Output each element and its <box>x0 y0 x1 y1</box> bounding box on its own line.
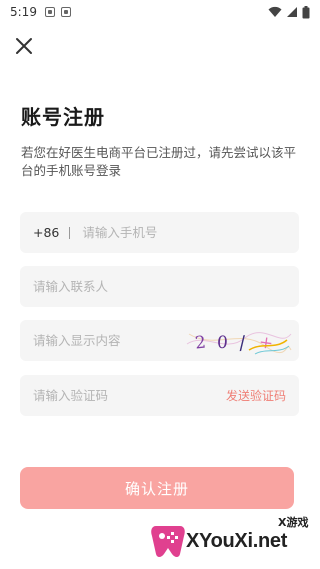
field-divider <box>69 226 71 239</box>
svg-text:/: / <box>238 331 247 353</box>
captcha-image[interactable]: 2 0 / + <box>185 323 293 359</box>
page-title: 账号注册 <box>21 105 105 129</box>
svg-text:2: 2 <box>194 332 207 353</box>
notification-badge-icon <box>60 7 71 17</box>
status-icons <box>268 5 310 19</box>
svg-text:0: 0 <box>216 332 228 353</box>
gamepad-logo-icon <box>151 526 185 557</box>
close-button[interactable] <box>12 34 36 58</box>
status-time: 5:19 <box>10 5 37 19</box>
battery-icon <box>302 5 310 19</box>
contact-field <box>20 266 299 307</box>
captcha-field: 2 0 / + <box>20 320 299 361</box>
phone-field: +86 <box>20 212 299 253</box>
verification-code-input[interactable] <box>33 388 226 403</box>
send-code-button[interactable]: 发送验证码 <box>226 387 286 404</box>
contact-input[interactable] <box>33 279 286 294</box>
notification-shield-icon <box>44 7 55 17</box>
watermark: X游戏 XYouXi.net <box>150 508 320 568</box>
watermark-brand-text: XYouXi.net <box>186 530 288 552</box>
verification-field: 发送验证码 <box>20 375 299 416</box>
wifi-icon <box>268 6 282 18</box>
register-screen: 5:19 账号注册 若您在好医生电商平台已注册过，请先尝试以该平台的手机账号登录… <box>0 0 320 569</box>
status-bar: 5:19 <box>0 0 320 24</box>
confirm-register-button[interactable]: 确认注册 <box>20 467 294 509</box>
country-code[interactable]: +86 <box>33 225 59 240</box>
watermark-small-text: X游戏 <box>278 516 309 529</box>
captcha-input[interactable] <box>33 333 185 348</box>
page-subtitle: 若您在好医生电商平台已注册过，请先尝试以该平台的手机账号登录 <box>21 145 297 178</box>
signal-icon <box>286 6 298 18</box>
phone-input[interactable] <box>82 225 286 240</box>
close-icon <box>16 38 32 54</box>
